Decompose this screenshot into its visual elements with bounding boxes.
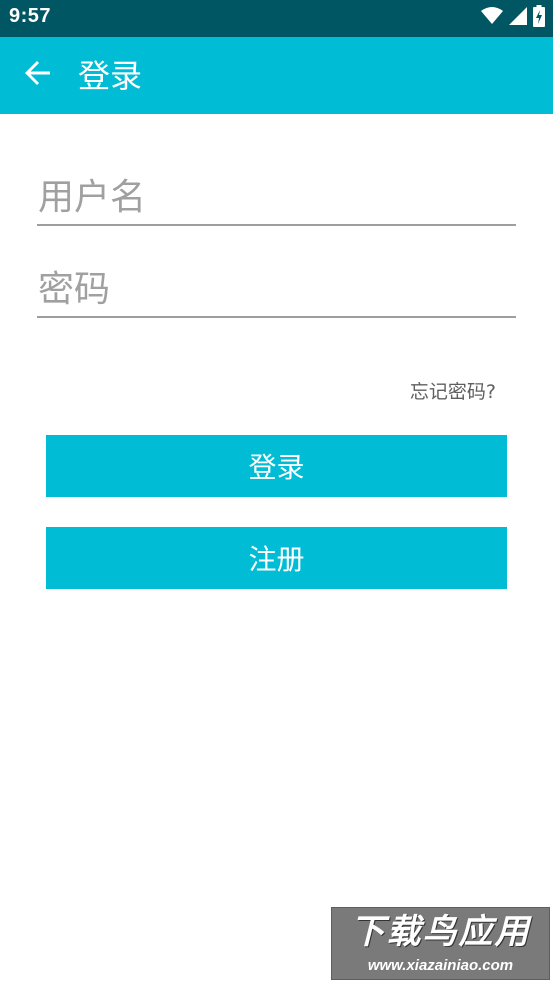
battery-charging-icon xyxy=(533,5,545,31)
status-bar: 9:57 xyxy=(0,0,553,37)
watermark-logo: 下载鸟应用 www.xiazainiao.com xyxy=(331,907,550,980)
login-button[interactable]: 登录 xyxy=(46,435,507,497)
wifi-icon xyxy=(481,7,503,29)
username-field xyxy=(37,168,517,226)
watermark-text: 下载鸟应用 xyxy=(350,912,531,952)
username-input[interactable] xyxy=(37,172,517,222)
back-button[interactable] xyxy=(18,55,58,95)
status-icons xyxy=(481,5,545,31)
login-screen: 9:57 登录 用户名 忘记密码? 登录 注册 下载鸟应用 www.xiazai… xyxy=(0,0,553,984)
password-input[interactable] xyxy=(37,264,517,314)
register-button[interactable]: 注册 xyxy=(46,527,507,589)
status-time: 9:57 xyxy=(9,5,52,27)
forgot-password-link[interactable]: 忘记密码? xyxy=(410,377,496,404)
page-title: 登录 xyxy=(78,57,143,95)
watermark-url: www.xiazainiao.com xyxy=(367,957,514,974)
app-bar: 登录 xyxy=(0,37,553,114)
signal-icon xyxy=(509,7,527,29)
arrow-back-icon xyxy=(22,57,54,93)
password-field xyxy=(37,260,517,318)
